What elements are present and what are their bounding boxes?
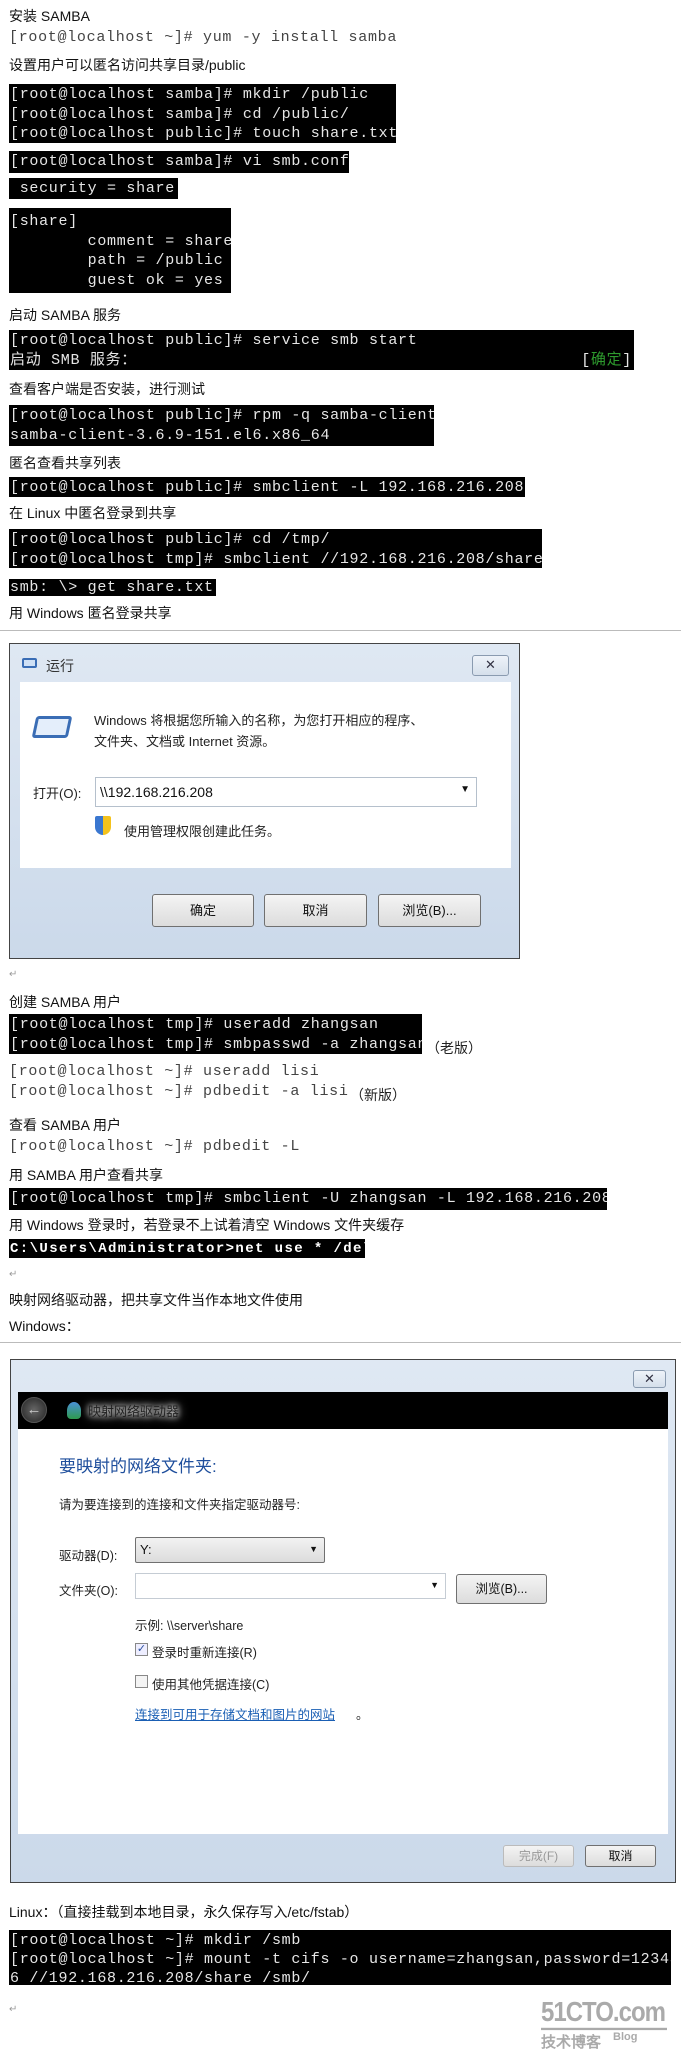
linux-heading: Linux：（直接挂载到本地目录，永久保存写入/etc/fstab）	[9, 1904, 359, 1920]
other-credentials-checkbox[interactable]	[135, 1675, 148, 1688]
terminal-smbclient-list: [root@localhost public]# smbclient -L 19…	[9, 477, 525, 497]
terminal-login: [root@localhost public]# cd /tmp/[root@l…	[9, 529, 542, 568]
drive-value: Y:	[140, 1542, 152, 1557]
list-heading: 匿名查看共享列表	[9, 455, 121, 471]
drive-select[interactable]: Y: ▼	[135, 1537, 325, 1563]
close-button[interactable]: ✕	[472, 655, 509, 676]
terminal-get: smb: \> get share.txt	[9, 579, 216, 596]
admin-text: 使用管理权限创建此任务。	[124, 824, 281, 839]
terminal-smbclient-user: [root@localhost tmp]# smbclient -U zhang…	[9, 1188, 607, 1210]
view-users-heading: 查看 SAMBA 用户	[9, 1117, 122, 1133]
map-drive-dialog: ✕ ← 映射网络驱动器 要映射的网络文件夹: 请为要连接到的连接和文件夹指定驱动…	[10, 1359, 676, 1883]
empty-paragraph: ↵	[9, 969, 18, 980]
dialog-body: Windows 将根据您所输入的名称，为您打开相应的程序、 文件夹、文档或 Int…	[20, 682, 511, 868]
client-heading: 查看客户端是否安装，进行测试	[9, 381, 205, 397]
dropdown-arrow-icon: ▼	[309, 1544, 318, 1554]
dialog-description: Windows 将根据您所输入的名称，为您打开相应的程序、 文件夹、文档或 Int…	[94, 713, 424, 749]
ok-button[interactable]: 确定	[152, 894, 254, 927]
terminal-net-use: C:\Users\Administrator>net use * /del	[9, 1239, 365, 1258]
install-command: [root@localhost ~]# yum -y install samba	[9, 29, 398, 46]
51cto-watermark-logo: 51CTO.com 技术博客 Blog	[541, 1997, 667, 2054]
reconnect-label[interactable]: 登录时重新连接(R)	[152, 1642, 257, 1661]
browse-button[interactable]: 浏览(B)...	[456, 1574, 547, 1604]
dialog-nav-bar: ← 映射网络驱动器	[18, 1392, 668, 1429]
terminal-vi: [root@localhost samba]# vi smb.conf	[9, 151, 349, 173]
network-drive-icon	[67, 1402, 81, 1419]
page-divider	[0, 1342, 681, 1343]
close-button[interactable]: ✕	[633, 1370, 666, 1388]
lisi-commands: [root@localhost ~]# useradd lisi [root@lo…	[9, 1063, 349, 1100]
page-divider	[0, 630, 681, 631]
reconnect-checkbox[interactable]: ✓	[135, 1643, 148, 1656]
run-program-icon	[31, 716, 73, 738]
open-input[interactable]: \\192.168.216.208	[100, 784, 213, 800]
dialog-body: 要映射的网络文件夹: 请为要连接到的连接和文件夹指定驱动器号: 驱动器(D): …	[18, 1429, 668, 1834]
empty-paragraph: ↵	[9, 2004, 18, 2015]
create-user-heading: 创建 SAMBA 用户	[9, 994, 122, 1010]
windows-label: Windows：	[9, 1318, 80, 1334]
terminal-mount: [root@localhost ~]# mkdir /smb [root@loca…	[9, 1930, 671, 1985]
dropdown-arrow-icon[interactable]: ▼	[430, 1580, 439, 1590]
browse-button[interactable]: 浏览(B)...	[378, 894, 481, 927]
drive-label: 驱动器(D):	[59, 1549, 118, 1563]
dropdown-arrow-icon[interactable]: ▼	[460, 784, 470, 795]
terminal-useradd: [root@localhost tmp]# useradd zhangsan [r…	[9, 1014, 422, 1054]
folder-combobox[interactable]: ▼	[135, 1573, 446, 1599]
terminal-mkdir: [root@localhost samba]# mkdir /public [ro…	[9, 84, 396, 143]
pdbedit-command: [root@localhost ~]# pdbedit -L	[9, 1138, 301, 1155]
status-ok: [确定]	[581, 351, 632, 369]
link-suffix: 。	[356, 1708, 369, 1722]
anon-heading: 设置用户可以匿名访问共享目录/public	[9, 57, 246, 73]
terminal-share-section: [share] comment = share path = /public g…	[9, 208, 231, 293]
cancel-button[interactable]: 取消	[585, 1845, 656, 1867]
uac-shield-icon	[95, 816, 111, 835]
example-text: 示例: \\server\share	[135, 1619, 244, 1633]
finish-button[interactable]: 完成(F)	[503, 1845, 574, 1867]
back-button[interactable]: ←	[21, 1397, 47, 1423]
section-heading: 要映射的网络文件夹:	[59, 1457, 217, 1476]
user-share-heading: 用 SAMBA 用户查看共享	[9, 1167, 164, 1183]
install-heading: 安装 SAMBA	[9, 8, 90, 24]
dialog-title: 运行	[46, 658, 74, 674]
cancel-button[interactable]: 取消	[264, 894, 367, 927]
other-credentials-label[interactable]: 使用其他凭据连接(C)	[152, 1674, 269, 1693]
map-heading: 映射网络驱动器，把共享文件当作本地文件使用	[9, 1292, 303, 1308]
open-combobox[interactable]: \\192.168.216.208 ▼	[95, 777, 477, 807]
terminal-security: security = share	[9, 178, 178, 199]
storage-website-link[interactable]: 连接到可用于存储文档和图片的网站	[135, 1704, 335, 1723]
run-dialog: 运行 ✕ Windows 将根据您所输入的名称，为您打开相应的程序、 文件夹、文档…	[9, 643, 520, 959]
run-icon	[22, 658, 37, 668]
folder-label: 文件夹(O):	[59, 1584, 119, 1598]
windows-heading: 用 Windows 匿名登录共享	[9, 605, 172, 621]
old-version-note: （老版）	[426, 1040, 482, 1056]
open-label: 打开(O):	[33, 786, 82, 801]
start-heading: 启动 SAMBA 服务	[9, 307, 122, 323]
terminal-rpm: [root@localhost public]# rpm -q samba-cl…	[9, 405, 434, 446]
terminal-service: [root@localhost public]# service smb sta…	[9, 330, 634, 370]
linux-login-heading: 在 Linux 中匿名登录到共享	[9, 505, 177, 521]
instruction-text: 请为要连接到的连接和文件夹指定驱动器号:	[59, 1498, 300, 1512]
new-version-note: （新版）	[350, 1087, 406, 1103]
dialog-title: 映射网络驱动器	[88, 1404, 180, 1419]
empty-paragraph: ↵	[9, 1269, 18, 1280]
cache-heading: 用 Windows 登录时，若登录不上试着清空 Windows 文件夹缓存	[9, 1217, 405, 1233]
